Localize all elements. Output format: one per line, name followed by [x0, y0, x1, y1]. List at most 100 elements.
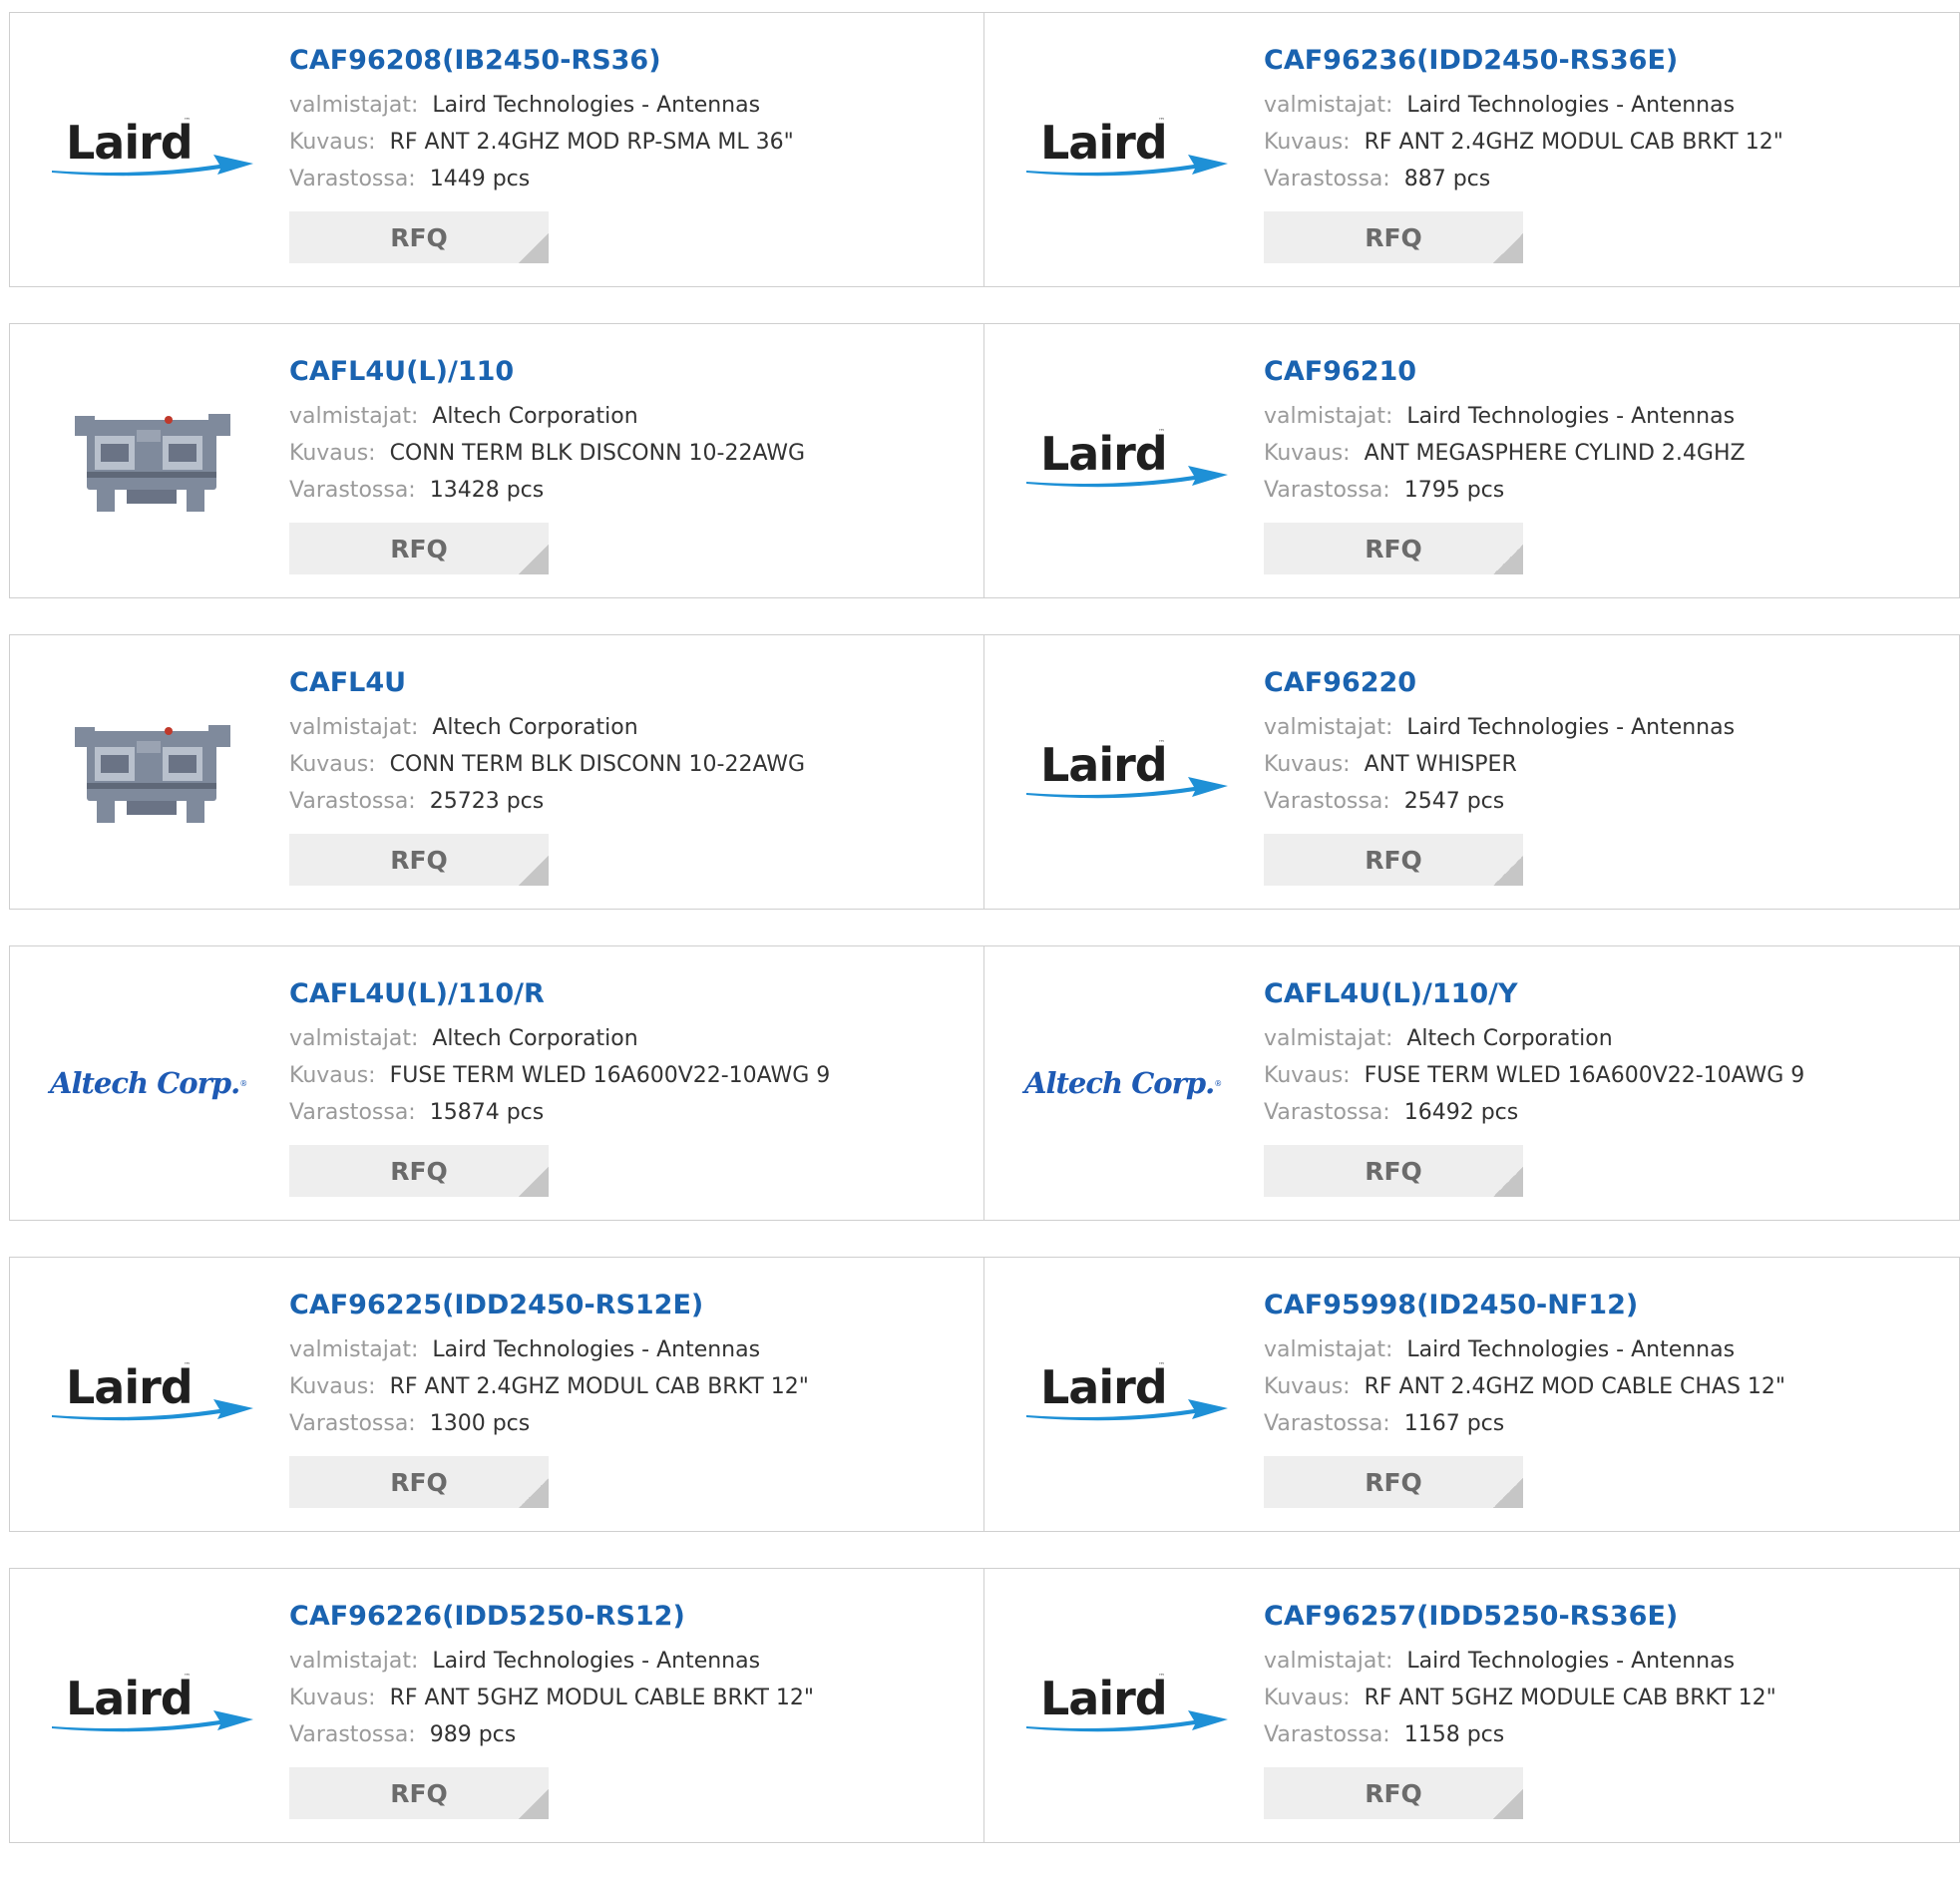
- product-info: CAFL4U(L)/110 valmistajat: Altech Corpora…: [289, 354, 974, 574]
- product-image[interactable]: [50, 717, 253, 827]
- stock-line: Varastossa: 2547 pcs: [1264, 783, 1949, 820]
- manufacturer-value: Laird Technologies - Antennas: [432, 1649, 761, 1674]
- description-value: RF ANT 2.4GHZ MODUL CAB BRKT 12": [389, 1374, 809, 1399]
- rfq-button-label: RFQ: [1365, 534, 1422, 564]
- part-number-link[interactable]: CAF96226(IDD5250-RS12): [289, 1599, 974, 1635]
- laird-logo: Laird ™: [1024, 426, 1228, 496]
- part-number-link[interactable]: CAFL4U(L)/110: [289, 354, 974, 390]
- stock-label: Varastossa:: [1264, 789, 1390, 814]
- laird-logo: Laird ™: [50, 115, 253, 185]
- description-line: Kuvaus: RF ANT 2.4GHZ MODUL CAB BRKT 12": [1264, 124, 1949, 161]
- rfq-button-label: RFQ: [1365, 1467, 1422, 1497]
- stock-label: Varastossa:: [289, 1100, 416, 1125]
- part-number-link[interactable]: CAF96236(IDD2450-RS36E): [1264, 43, 1949, 79]
- product-row: Altech Corp. ® CAFL4U(L)/110/R valmistaja…: [9, 945, 1960, 1221]
- stock-line: Varastossa: 1167 pcs: [1264, 1405, 1949, 1442]
- product-info: CAFL4U valmistajat: Altech Corporation Ku…: [289, 665, 974, 886]
- part-number-link[interactable]: CAF96208(IB2450-RS36): [289, 43, 974, 79]
- stock-value: 989 pcs: [429, 1722, 517, 1747]
- description-label: Kuvaus:: [289, 441, 376, 466]
- laird-swoosh-icon: [1026, 1399, 1228, 1421]
- terminal-block-image: [75, 414, 230, 512]
- manufacturer-value: Laird Technologies - Antennas: [1406, 1649, 1736, 1674]
- laird-logo: Laird ™: [1024, 737, 1228, 807]
- laird-logo: Laird ™: [50, 1359, 253, 1429]
- product-image[interactable]: Laird ™: [1024, 717, 1228, 827]
- product-image[interactable]: Laird ™: [1024, 1651, 1228, 1760]
- stock-line: Varastossa: 1449 pcs: [289, 161, 974, 197]
- description-line: Kuvaus: ANT WHISPER: [1264, 746, 1949, 783]
- rfq-button-label: RFQ: [390, 845, 448, 875]
- rfq-corner-decoration: [519, 545, 549, 574]
- part-number-link[interactable]: CAF96257(IDD5250-RS36E): [1264, 1599, 1949, 1635]
- stock-value: 1158 pcs: [1403, 1722, 1505, 1747]
- rfq-button[interactable]: RFQ: [1264, 211, 1523, 263]
- manufacturer-line: valmistajat: Laird Technologies - Antenna…: [1264, 1331, 1949, 1368]
- stock-value: 2547 pcs: [1403, 789, 1505, 814]
- rfq-button[interactable]: RFQ: [1264, 1767, 1523, 1819]
- product-image[interactable]: Laird ™: [1024, 1339, 1228, 1449]
- product-info: CAF96257(IDD5250-RS36E) valmistajat: Lair…: [1264, 1599, 1949, 1819]
- stock-line: Varastossa: 1300 pcs: [289, 1405, 974, 1442]
- altech-logo-registered: ®: [1214, 1078, 1223, 1088]
- product-image[interactable]: Laird ™: [50, 95, 253, 204]
- product-image[interactable]: Altech Corp. ®: [50, 1028, 253, 1138]
- manufacturer-label: valmistajat:: [1264, 404, 1393, 429]
- part-number-link[interactable]: CAFL4U(L)/110/R: [289, 976, 974, 1012]
- rfq-button[interactable]: RFQ: [289, 523, 549, 574]
- description-label: Kuvaus:: [1264, 441, 1351, 466]
- rfq-button[interactable]: RFQ: [1264, 1456, 1523, 1508]
- rfq-button[interactable]: RFQ: [289, 1145, 549, 1197]
- product-info: CAF96236(IDD2450-RS36E) valmistajat: Lair…: [1264, 43, 1949, 263]
- laird-logo-trademark: ™: [1158, 1673, 1165, 1681]
- part-number-link[interactable]: CAF96225(IDD2450-RS12E): [289, 1288, 974, 1323]
- product-card: Altech Corp. ® CAFL4U(L)/110/Y valmistaja…: [984, 946, 1959, 1220]
- product-image[interactable]: Laird ™: [50, 1651, 253, 1760]
- description-value: RF ANT 2.4GHZ MOD RP-SMA ML 36": [389, 130, 794, 155]
- product-card: Laird ™ CAF96208(IB2450-RS36) valmistaja…: [10, 13, 984, 286]
- altech-logo: Altech Corp. ®: [50, 1063, 253, 1103]
- stock-line: Varastossa: 15874 pcs: [289, 1094, 974, 1131]
- product-image[interactable]: Laird ™: [1024, 406, 1228, 516]
- description-line: Kuvaus: CONN TERM BLK DISCONN 10-22AWG: [289, 746, 974, 783]
- rfq-button-label: RFQ: [390, 1778, 448, 1808]
- manufacturer-value: Laird Technologies - Antennas: [432, 1337, 761, 1362]
- altech-logo-text: Altech Corp.: [50, 1066, 240, 1100]
- part-number-link[interactable]: CAFL4U(L)/110/Y: [1264, 976, 1949, 1012]
- laird-logo: Laird ™: [50, 1671, 253, 1740]
- rfq-button[interactable]: RFQ: [1264, 834, 1523, 886]
- part-number-link[interactable]: CAF95998(ID2450-NF12): [1264, 1288, 1949, 1323]
- rfq-button[interactable]: RFQ: [289, 1767, 549, 1819]
- manufacturer-line: valmistajat: Altech Corporation: [1264, 1020, 1949, 1057]
- part-number-link[interactable]: CAF96210: [1264, 354, 1949, 390]
- rfq-button-label: RFQ: [1365, 1156, 1422, 1186]
- stock-line: Varastossa: 16492 pcs: [1264, 1094, 1949, 1131]
- rfq-button[interactable]: RFQ: [289, 211, 549, 263]
- product-image[interactable]: Laird ™: [50, 1339, 253, 1449]
- description-value: FUSE TERM WLED 16A600V22-10AWG 9: [1364, 1063, 1805, 1088]
- rfq-button-label: RFQ: [1365, 845, 1422, 875]
- product-image[interactable]: Altech Corp. ®: [1024, 1028, 1228, 1138]
- manufacturer-value: Altech Corporation: [432, 1026, 638, 1051]
- laird-swoosh-icon: [1026, 1710, 1228, 1732]
- laird-swoosh-icon: [1026, 466, 1228, 488]
- manufacturer-line: valmistajat: Laird Technologies - Antenna…: [1264, 87, 1949, 124]
- part-number-link[interactable]: CAFL4U: [289, 665, 974, 701]
- product-image[interactable]: Laird ™: [1024, 95, 1228, 204]
- rfq-button[interactable]: RFQ: [1264, 523, 1523, 574]
- product-card: CAFL4U valmistajat: Altech Corporation Ku…: [10, 635, 984, 909]
- rfq-button[interactable]: RFQ: [289, 834, 549, 886]
- rfq-button[interactable]: RFQ: [289, 1456, 549, 1508]
- rfq-corner-decoration: [1493, 233, 1523, 263]
- rfq-button-label: RFQ: [1365, 1778, 1422, 1808]
- manufacturer-label: valmistajat:: [1264, 715, 1393, 740]
- rfq-button-label: RFQ: [1365, 222, 1422, 252]
- manufacturer-line: valmistajat: Altech Corporation: [289, 1020, 974, 1057]
- manufacturer-line: valmistajat: Laird Technologies - Antenna…: [1264, 398, 1949, 435]
- rfq-button-label: RFQ: [390, 222, 448, 252]
- description-value: RF ANT 5GHZ MODUL CABLE BRKT 12": [389, 1686, 815, 1710]
- laird-logo: Laird ™: [1024, 1671, 1228, 1740]
- product-image[interactable]: [50, 406, 253, 516]
- part-number-link[interactable]: CAF96220: [1264, 665, 1949, 701]
- rfq-button[interactable]: RFQ: [1264, 1145, 1523, 1197]
